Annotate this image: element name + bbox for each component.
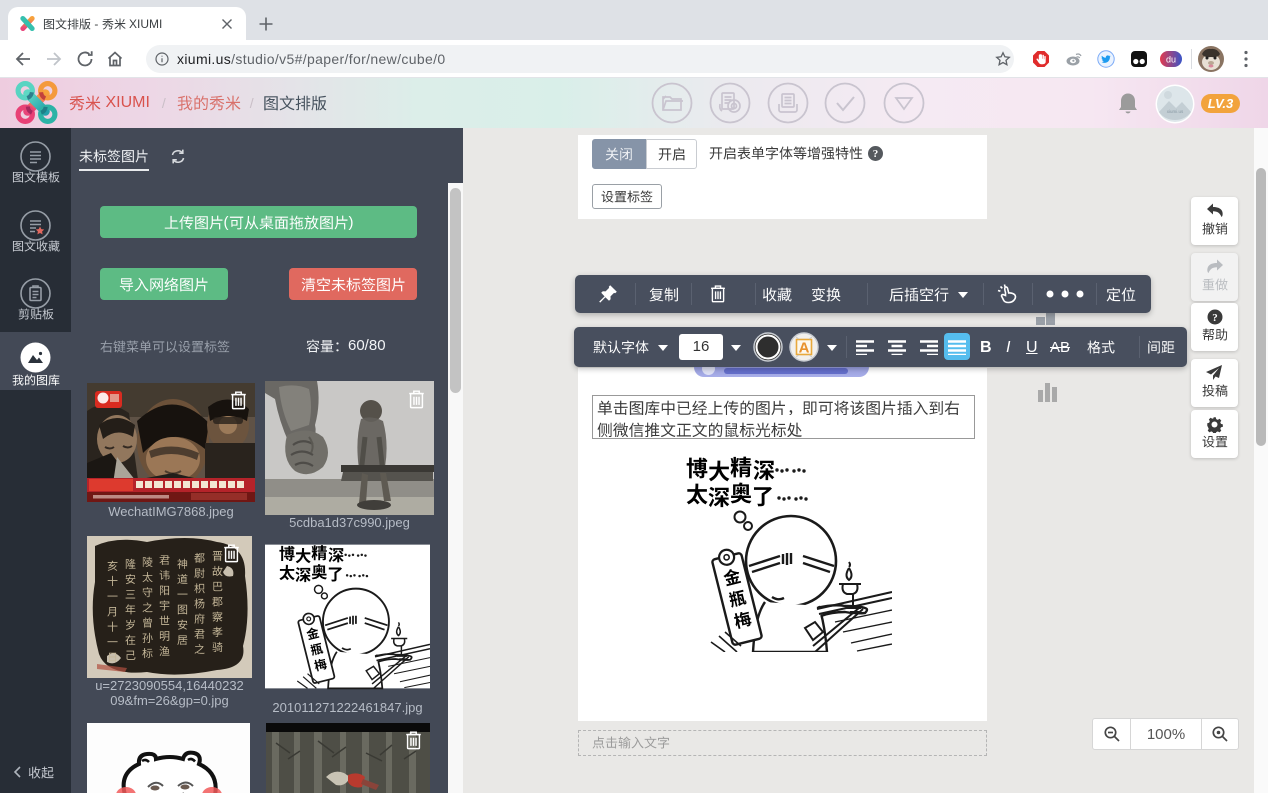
- svg-text:A: A: [799, 340, 810, 357]
- svg-text:du: du: [1166, 55, 1176, 65]
- svg-text:?: ?: [1212, 312, 1218, 324]
- svg-text:xiumi.us: xiumi.us: [1167, 109, 1184, 114]
- svg-text:?: ?: [873, 148, 879, 160]
